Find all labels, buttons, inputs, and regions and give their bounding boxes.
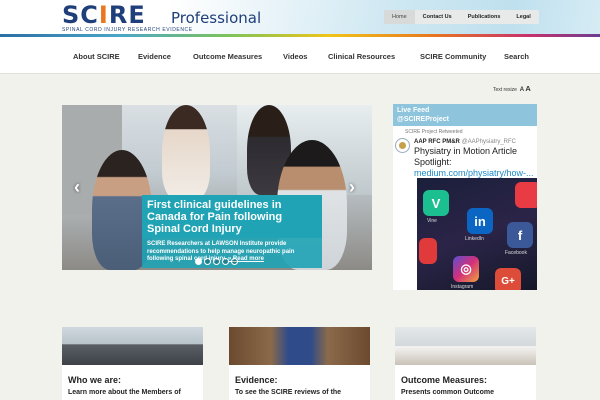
text-resize: Text resize A A — [493, 84, 531, 93]
utility-nav: Home Contact Us Publications Legal — [384, 10, 539, 24]
feed-handle[interactable]: @SCIREProject — [397, 116, 533, 125]
carousel-dot[interactable] — [231, 258, 238, 265]
carousel-prev-arrow[interactable]: ‹ — [74, 177, 80, 198]
carousel-dots — [195, 258, 238, 265]
text-size-small[interactable]: A — [520, 87, 524, 93]
feed-title: Live Feed — [397, 107, 430, 114]
topnav-home[interactable]: Home — [384, 10, 415, 24]
card-who-we-are[interactable]: Who we are: Learn more about the Members… — [62, 327, 203, 400]
carousel-dot[interactable] — [204, 258, 211, 265]
retweet-label: SCIRE Project Retweeted — [405, 129, 463, 135]
nav-outcome-measures[interactable]: Outcome Measures — [193, 52, 262, 61]
card-image — [395, 327, 536, 365]
tweet-author-handle: @AAPhysiatry_RFC — [461, 139, 516, 145]
nav-evidence[interactable]: Evidence — [138, 52, 171, 61]
logo-professional: Professional — [171, 9, 262, 27]
app-icon-red — [419, 238, 437, 264]
card-image — [229, 327, 370, 365]
google-plus-icon: G+ — [495, 268, 521, 290]
app-label-vine: Vine — [427, 218, 437, 224]
carousel-next-arrow[interactable]: › — [349, 177, 355, 198]
tweet[interactable]: SCIRE Project Retweeted AAP RFC PM&R @AA… — [395, 128, 535, 179]
feed-header: Live Feed @SCIREProject — [393, 104, 537, 126]
card-text: To see the SCIRE reviews of the — [235, 389, 342, 396]
nav-videos[interactable]: Videos — [283, 52, 307, 61]
app-label-linkedin: LinkedIn — [465, 236, 484, 242]
logo-tagline: SPINAL CORD INJURY RESEARCH EVIDENCE — [62, 27, 193, 33]
instagram-icon: ◎ — [453, 256, 479, 282]
carousel-dot[interactable] — [222, 258, 229, 265]
topnav-legal[interactable]: Legal — [508, 10, 538, 24]
facebook-icon: f — [507, 222, 533, 248]
nav-search[interactable]: Search — [504, 52, 529, 61]
hero-carousel[interactable]: ‹ › First clinical guidelines in Canada … — [62, 105, 372, 270]
site-header: SCIRE SPINAL CORD INJURY RESEARCH EVIDEN… — [0, 0, 600, 34]
app-label-instagram: Instagram — [451, 284, 474, 290]
card-text: Learn more about the Members of — [68, 389, 181, 396]
tweet-text: Physiatry in Motion Article Spotlight: — [414, 146, 518, 167]
tweet-author-name: AAP RFC PM&R — [414, 139, 460, 145]
text-resize-label: Text resize — [493, 87, 517, 93]
nav-scire-community[interactable]: SCIRE Community — [420, 52, 486, 61]
carousel-dot[interactable] — [195, 258, 202, 265]
tweet-image[interactable]: V Vine in LinkedIn f Facebook ◎ Instagra… — [417, 178, 537, 290]
nav-about-scire[interactable]: About SCIRE — [73, 52, 120, 61]
card-text: Presents common Outcome — [401, 389, 494, 396]
linkedin-icon: in — [467, 208, 493, 234]
topnav-contact-us[interactable]: Contact Us — [415, 10, 460, 24]
nav-clinical-resources[interactable]: Clinical Resources — [328, 52, 395, 61]
author-avatar[interactable] — [395, 138, 410, 153]
photo-person — [162, 105, 210, 200]
carousel-title[interactable]: First clinical guidelines in Canada for … — [142, 195, 322, 238]
tweet-author[interactable]: AAP RFC PM&R @AAPhysiatry_RFC — [414, 138, 535, 146]
vine-icon: V — [423, 190, 449, 216]
card-image — [62, 327, 203, 365]
app-label-facebook: Facebook — [505, 250, 527, 256]
live-feed: Live Feed @SCIREProject SCIRE Project Re… — [393, 104, 537, 290]
card-outcome-measures[interactable]: Outcome Measures: Presents common Outcom… — [395, 327, 536, 400]
main-nav: About SCIRE Evidence Outcome Measures Vi… — [0, 37, 600, 74]
card-title: Evidence: — [235, 375, 278, 385]
text-size-large[interactable]: A — [525, 84, 530, 93]
card-evidence[interactable]: Evidence: To see the SCIRE reviews of th… — [229, 327, 370, 400]
topnav-publications[interactable]: Publications — [460, 10, 509, 24]
card-title: Who we are: — [68, 375, 122, 385]
app-icon-red — [515, 182, 537, 208]
card-title: Outcome Measures: — [401, 375, 488, 385]
carousel-dot[interactable] — [213, 258, 220, 265]
carousel-caption: First clinical guidelines in Canada for … — [142, 195, 322, 268]
